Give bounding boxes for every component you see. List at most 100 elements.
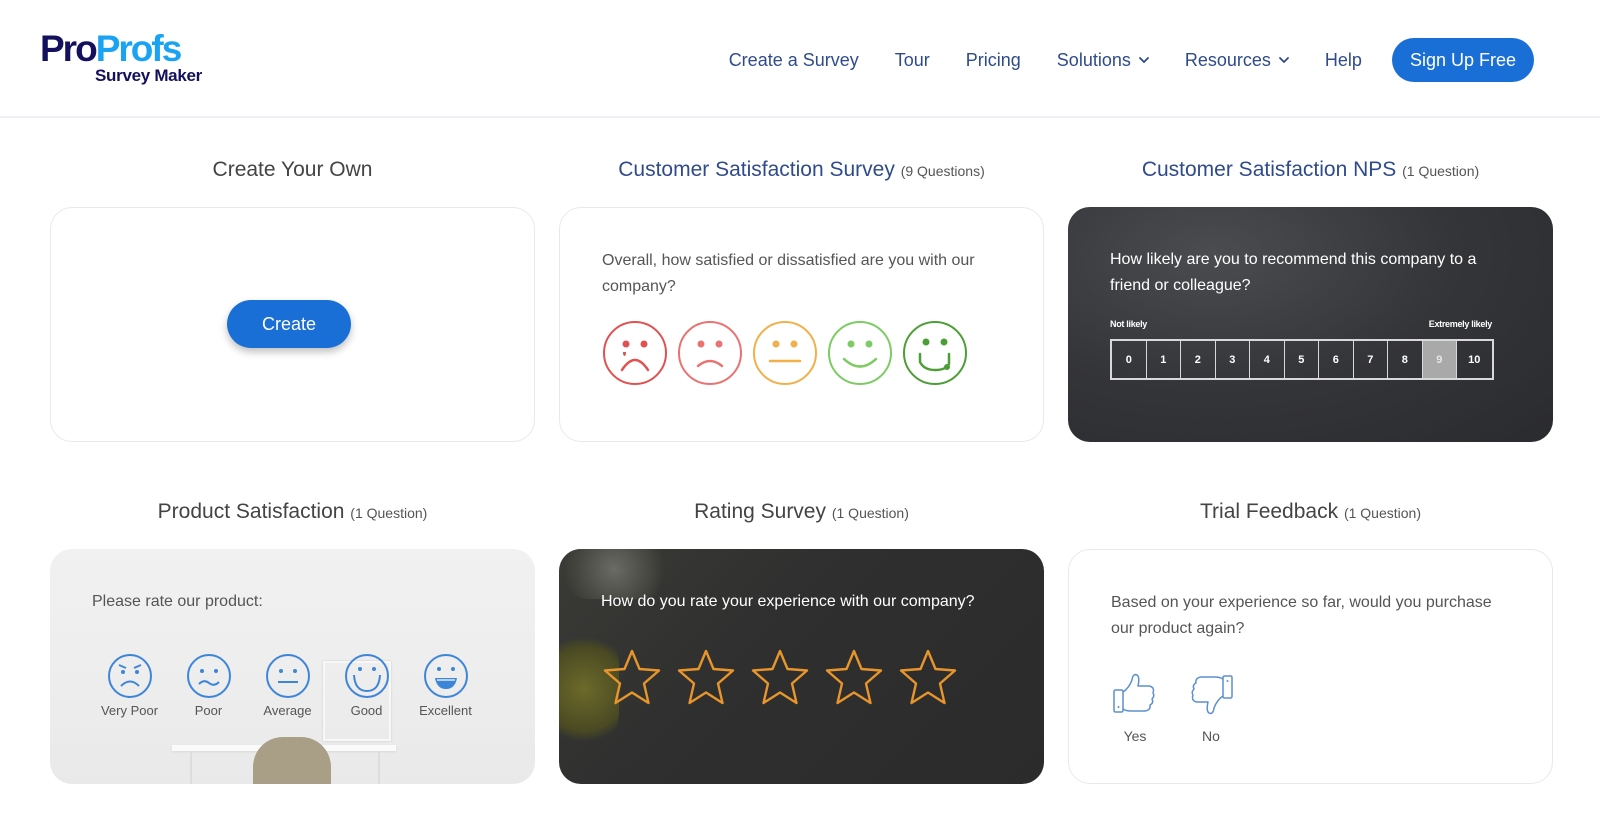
star-icon[interactable]: [823, 647, 885, 709]
satisfied-face-icon[interactable]: [827, 320, 893, 386]
satisfaction-options: [602, 320, 977, 386]
thumbs-up-icon: [1113, 673, 1155, 713]
site-header: ProProfs Survey Maker Create a Survey To…: [0, 0, 1600, 118]
question-text: Based on your experience so far, would y…: [1111, 594, 1492, 637]
nav-resources[interactable]: Resources: [1185, 50, 1289, 71]
main-nav: Create a Survey Tour Pricing Solutions R…: [729, 38, 1534, 82]
low-label: Not likely: [1110, 319, 1148, 329]
template-title-text: Rating Survey: [694, 500, 826, 523]
nav-label: Resources: [1184, 49, 1271, 70]
option-no[interactable]: No: [1187, 670, 1235, 744]
template-title-text: Product Satisfaction: [157, 500, 345, 523]
template-create-your-own: Create Your Own Create: [50, 155, 535, 442]
happy-face-icon: [344, 654, 389, 698]
template-trial-feedback: Trial Feedback (1 Question) Based on you…: [1068, 497, 1553, 784]
question-text: How do you rate your experience with our…: [601, 593, 975, 610]
nav-pricing[interactable]: Pricing: [966, 50, 1021, 71]
template-preview-card[interactable]: Based on your experience so far, would y…: [1068, 549, 1553, 784]
template-title[interactable]: Product Satisfaction (1 Question): [50, 497, 535, 527]
template-title[interactable]: Customer Satisfaction Survey (9 Question…: [559, 155, 1044, 185]
neutral-face-icon[interactable]: [752, 320, 818, 386]
star-icon[interactable]: [897, 647, 959, 709]
option-poor[interactable]: Poor: [169, 653, 248, 718]
option-label: Yes: [1123, 728, 1147, 744]
question-count: (1 Question): [831, 505, 909, 521]
nps-option-6[interactable]: 6: [1319, 341, 1354, 378]
star-icon[interactable]: [675, 647, 737, 709]
template-preview-card[interactable]: Please rate our product: Very Poor Poor: [50, 549, 535, 784]
question-count: (9 Questions): [900, 163, 985, 179]
nps-option-9[interactable]: 9: [1422, 341, 1457, 378]
option-yes[interactable]: Yes: [1111, 670, 1159, 744]
template-customer-satisfaction-nps: Customer Satisfaction NPS (1 Question) H…: [1068, 155, 1553, 442]
question-count: (1 Question): [1402, 163, 1480, 179]
nav-help[interactable]: Help: [1325, 50, 1362, 71]
nav-solutions[interactable]: Solutions: [1057, 50, 1149, 71]
desk-leg-decoration: [190, 751, 192, 784]
question-count: (1 Question): [350, 505, 428, 521]
nps-option-7[interactable]: 7: [1354, 341, 1388, 378]
nps-option-10[interactable]: 10: [1457, 341, 1492, 378]
nav-label: Solutions: [1056, 49, 1131, 70]
option-label: Excellent: [419, 703, 472, 718]
star-icon[interactable]: [749, 647, 811, 709]
option-label: Poor: [194, 703, 223, 718]
neutral-face-icon: [265, 654, 310, 698]
option-label: No: [1202, 728, 1220, 744]
nps-option-5[interactable]: 5: [1285, 341, 1319, 378]
very-dissatisfied-face-icon[interactable]: [602, 320, 668, 386]
template-title-text: Customer Satisfaction Survey: [618, 158, 895, 181]
template-title: Create Your Own: [50, 155, 535, 185]
yes-no-options: Yes No: [1111, 670, 1263, 744]
background-chair-decoration: [253, 737, 331, 784]
thumbs-down-icon: [1191, 675, 1233, 715]
template-title-text: Customer Satisfaction NPS: [1141, 158, 1397, 181]
nav-label: Tour: [894, 49, 930, 70]
template-title-text: Trial Feedback: [1199, 500, 1339, 523]
star-icon[interactable]: [601, 647, 663, 709]
chevron-down-icon: [1138, 57, 1149, 63]
create-button[interactable]: Create: [227, 300, 351, 348]
proprofs-logo[interactable]: ProProfs Survey Maker: [40, 30, 210, 86]
nav-create-a-survey[interactable]: Create a Survey: [729, 50, 859, 71]
option-good[interactable]: Good: [327, 653, 406, 718]
template-rating-survey: Rating Survey (1 Question) How do you ra…: [559, 497, 1044, 784]
nps-option-8[interactable]: 8: [1388, 341, 1423, 378]
angry-face-icon: [107, 654, 152, 698]
nps-option-3[interactable]: 3: [1216, 341, 1250, 378]
option-very-poor[interactable]: Very Poor: [90, 653, 169, 718]
dissatisfied-face-icon[interactable]: [677, 320, 743, 386]
nav-label: Create a Survey: [728, 49, 859, 70]
template-product-satisfaction: Product Satisfaction (1 Question) Please…: [50, 497, 535, 784]
option-label: Very Poor: [100, 703, 159, 718]
nps-option-1[interactable]: 1: [1147, 341, 1181, 378]
option-excellent[interactable]: Excellent: [406, 653, 485, 718]
template-customer-satisfaction-survey: Customer Satisfaction Survey (9 Question…: [559, 155, 1044, 442]
sign-up-free-button[interactable]: Sign Up Free: [1391, 38, 1534, 82]
question-text: How likely are you to recommend this com…: [1110, 251, 1477, 294]
logo-profs-text: Profs: [95, 28, 183, 69]
option-average[interactable]: Average: [248, 653, 327, 718]
nps-scale-labels: Not likely Extremely likely: [1110, 319, 1492, 329]
nps-option-4[interactable]: 4: [1250, 341, 1285, 378]
question-text: Overall, how satisfied or dissatisfied a…: [602, 252, 975, 295]
template-title[interactable]: Trial Feedback (1 Question): [1068, 497, 1553, 527]
star-rating: [601, 647, 971, 709]
grinning-face-icon: [423, 654, 468, 698]
template-preview-card[interactable]: How likely are you to recommend this com…: [1068, 207, 1553, 442]
template-title[interactable]: Customer Satisfaction NPS (1 Question): [1068, 155, 1553, 185]
create-card[interactable]: Create: [50, 207, 535, 442]
template-preview-card[interactable]: How do you rate your experience with our…: [559, 549, 1044, 784]
nps-option-0[interactable]: 0: [1112, 341, 1147, 378]
nps-scale: 0 1 2 3 4 5 6 7 8 9 10: [1110, 339, 1494, 380]
template-title[interactable]: Rating Survey (1 Question): [559, 497, 1044, 527]
option-label: Average: [263, 703, 312, 718]
template-preview-card[interactable]: Overall, how satisfied or dissatisfied a…: [559, 207, 1044, 442]
nav-tour[interactable]: Tour: [895, 50, 930, 71]
option-label: Good: [350, 703, 383, 718]
logo-pro-text: Pro: [40, 28, 98, 69]
nps-option-2[interactable]: 2: [1181, 341, 1216, 378]
rating-options: Very Poor Poor Average Good Excellent: [90, 653, 485, 718]
template-title-text: Create Your Own: [212, 158, 373, 181]
very-satisfied-face-icon[interactable]: [902, 320, 968, 386]
